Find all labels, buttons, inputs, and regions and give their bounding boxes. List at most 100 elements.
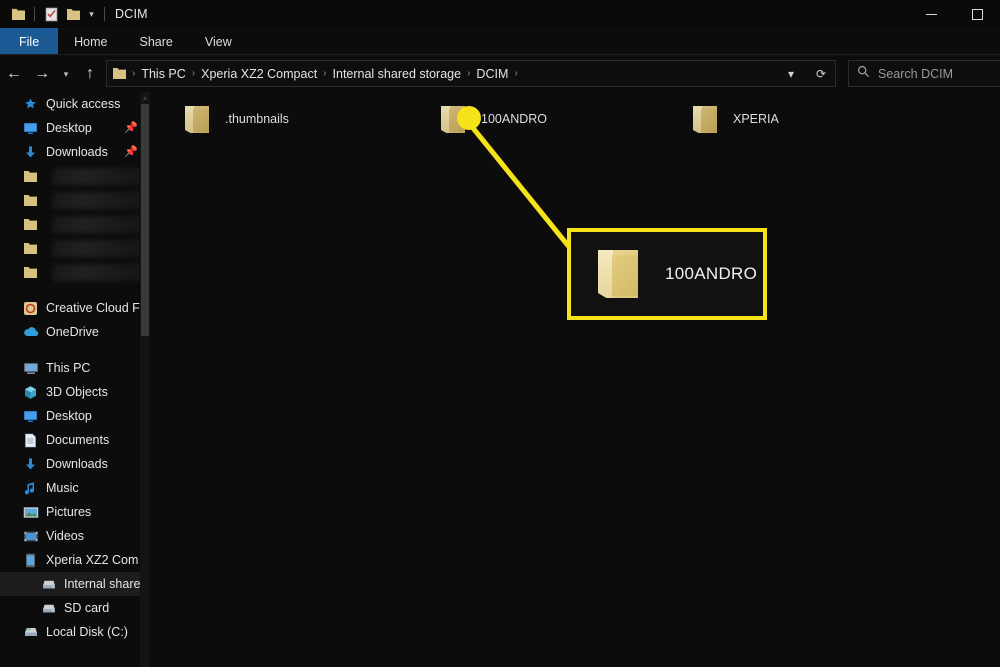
star-pin-icon (22, 96, 39, 113)
ribbon-tab-bar: File Home Share View (0, 28, 1000, 55)
sidebar-item-music[interactable]: Music (0, 476, 146, 500)
folder-icon (183, 103, 211, 135)
sidebar-item-documents[interactable]: Documents (0, 428, 146, 452)
sidebar-item-label (53, 215, 143, 233)
folder-icon (22, 168, 39, 185)
sidebar-item-redacted[interactable] (0, 212, 146, 236)
folder-icon (595, 246, 641, 302)
sidebar-item-creative-cloud[interactable]: Creative Cloud Fil (0, 296, 146, 320)
sidebar-item-redacted[interactable] (0, 164, 146, 188)
sidebar-item-videos[interactable]: Videos (0, 524, 146, 548)
address-bar-actions: ▾ ⟳ (776, 60, 836, 87)
download-icon (22, 144, 39, 161)
sidebar-item-label: Music (46, 481, 79, 495)
file-name-label: XPERIA (733, 112, 779, 126)
sidebar-item-this-pc[interactable]: This PC (0, 356, 146, 380)
minimize-icon[interactable] (908, 0, 954, 28)
folder-icon[interactable] (7, 4, 29, 24)
file-explorer-window: ▾ DCIM File Home Share View ← → ▾ ↑ › Th… (0, 0, 1000, 667)
folder-icon (112, 67, 127, 80)
folder-icon (22, 264, 39, 281)
sidebar-item-pictures[interactable]: Pictures (0, 500, 146, 524)
new-folder-icon[interactable] (62, 4, 84, 24)
folder-icon (22, 216, 39, 233)
sidebar-item-desktop[interactable]: Desktop (0, 404, 146, 428)
arrow-up-icon[interactable]: ↑ (76, 60, 104, 88)
list-item-thumbnails[interactable]: .thumbnails (183, 96, 289, 142)
breadcrumb-separator: › (191, 68, 196, 79)
sidebar-item-redacted[interactable] (0, 236, 146, 260)
music-note-icon (22, 480, 39, 497)
breadcrumb[interactable]: › This PC › Xperia XZ2 Compact › Interna… (106, 60, 836, 87)
sidebar-item-label: Downloads (46, 145, 108, 159)
file-name-label: 100ANDRO (481, 112, 547, 126)
chevron-down-icon[interactable]: ▾ (56, 60, 76, 88)
title-bar: ▾ DCIM (0, 0, 1000, 28)
folder-icon (22, 192, 39, 209)
breadcrumb-item-xperia[interactable]: Xperia XZ2 Compact (197, 67, 321, 81)
list-item-100andro[interactable]: 100ANDRO (439, 96, 547, 142)
breadcrumb-item-dcim[interactable]: DCIM (472, 67, 512, 81)
sidebar-item-downloads-qa[interactable]: Downloads 📌 (0, 140, 146, 164)
quick-access-toolbar: ▾ DCIM (0, 4, 148, 24)
annotation-callout-box: 100ANDRO (567, 228, 767, 320)
sidebar-item-redacted[interactable] (0, 188, 146, 212)
sidebar-item-quick-access[interactable]: Quick access (0, 92, 146, 116)
pin-icon[interactable]: 📌 (124, 145, 138, 158)
sidebar-item-label: Pictures (46, 505, 92, 519)
refresh-icon[interactable]: ⟳ (808, 61, 834, 86)
navigation-pane[interactable]: Quick access Desktop 📌 Downloads 📌 Creat… (0, 92, 146, 667)
video-icon (22, 528, 39, 545)
sidebar-item-local-disk-c[interactable]: Local Disk (C:) (0, 620, 146, 644)
sidebar-item-downloads[interactable]: Downloads (0, 452, 146, 476)
search-icon (857, 65, 870, 83)
creative-cloud-icon (22, 300, 39, 317)
tab-file[interactable]: File (0, 28, 59, 55)
tab-home[interactable]: Home (58, 28, 123, 55)
drive-icon (40, 600, 57, 617)
sidebar-item-onedrive[interactable]: OneDrive (0, 320, 146, 344)
breadcrumb-item-this-pc[interactable]: This PC (137, 67, 189, 81)
breadcrumb-item-internal-storage[interactable]: Internal shared storage (329, 67, 466, 81)
sidebar-item-label: Quick access (46, 97, 121, 111)
search-input[interactable]: Search DCIM (848, 60, 1000, 87)
sidebar-item-label: SD card (64, 601, 110, 615)
sidebar-item-redacted[interactable] (0, 260, 146, 284)
sidebar-item-label: Videos (46, 529, 84, 543)
pin-icon[interactable]: 📌 (124, 121, 138, 134)
chevron-down-icon[interactable]: ▾ (84, 4, 99, 24)
sidebar-item-3d-objects[interactable]: 3D Objects (0, 380, 146, 404)
sidebar-item-xperia-device[interactable]: Xperia XZ2 Com (0, 548, 146, 572)
local-disk-icon (22, 624, 39, 641)
chevron-down-icon[interactable]: ▾ (778, 61, 804, 86)
sidebar-item-label (53, 239, 143, 257)
breadcrumb-separator: › (514, 68, 518, 79)
phone-icon (22, 552, 39, 569)
maximize-icon[interactable] (954, 0, 1000, 28)
tab-share[interactable]: Share (124, 28, 189, 55)
sidebar-item-label: Downloads (46, 457, 108, 471)
properties-icon[interactable] (40, 4, 62, 24)
sidebar-scrollbar-thumb[interactable] (141, 104, 149, 336)
arrow-right-icon[interactable]: → (28, 60, 56, 88)
sidebar-item-label (53, 167, 143, 185)
folder-icon (691, 103, 719, 135)
breadcrumb-separator: › (467, 68, 471, 79)
sidebar-item-desktop-qa[interactable]: Desktop 📌 (0, 116, 146, 140)
folder-icon (439, 103, 467, 135)
desktop-icon (22, 120, 39, 137)
sidebar-item-sd-card[interactable]: SD card (0, 596, 146, 620)
sidebar-item-internal-shared[interactable]: Internal shared (0, 572, 146, 596)
arrow-left-icon[interactable]: ← (0, 60, 28, 88)
desktop-icon (22, 408, 39, 425)
tab-view[interactable]: View (189, 28, 248, 55)
breadcrumb-separator: › (132, 68, 136, 79)
file-list-view[interactable]: .thumbnails 100ANDRO XPERIA (151, 92, 1000, 667)
chevron-up-icon[interactable]: ▲ (140, 92, 150, 104)
sidebar-item-label (53, 263, 143, 281)
toolbar-separator (34, 7, 35, 21)
list-item-xperia[interactable]: XPERIA (691, 96, 779, 142)
ribbon-divider (0, 54, 1000, 55)
sidebar-item-label: Xperia XZ2 Com (46, 553, 139, 567)
computer-icon (22, 360, 39, 377)
